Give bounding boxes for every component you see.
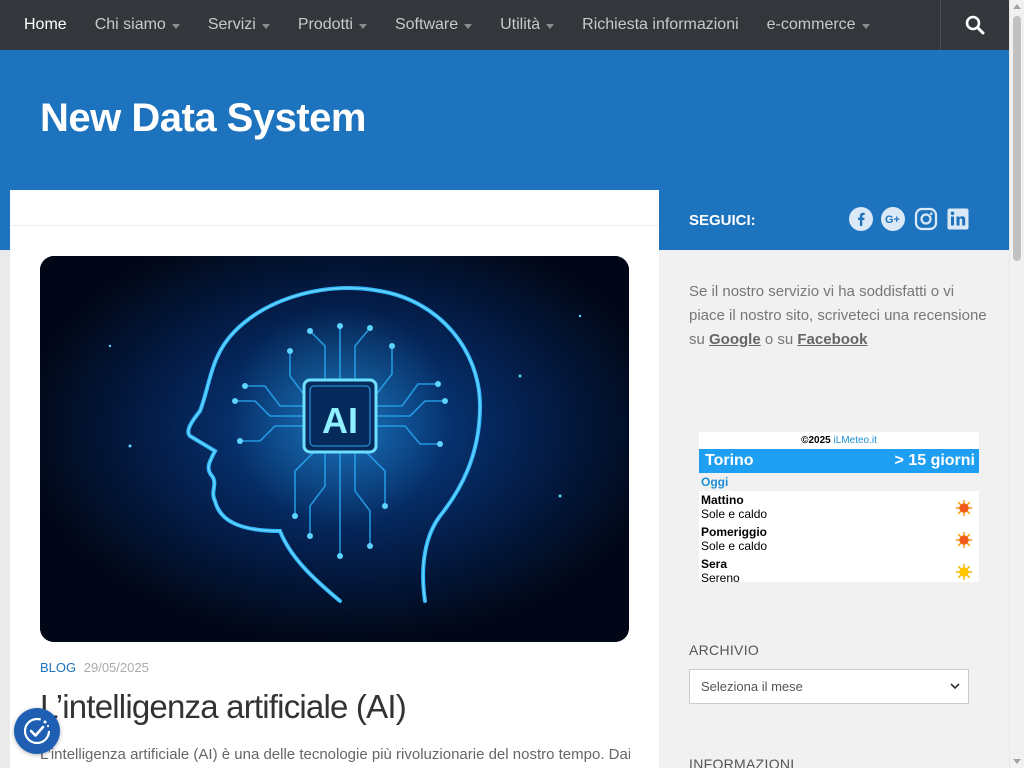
google-plus-icon[interactable]: G+ [881, 207, 905, 231]
nav-label: e-commerce [766, 16, 856, 33]
sun-icon [955, 563, 973, 581]
weather-row: Sera Sereno [699, 555, 979, 587]
chip-label: AI [322, 400, 358, 441]
nav-item-servizi[interactable]: Servizi [194, 0, 284, 50]
caret-down-icon [464, 23, 473, 29]
caret-down-icon [261, 23, 270, 29]
sidebar: SEGUICI: G+ Se il nostro servizio vi ha … [659, 190, 1009, 768]
svg-text:G+: G+ [885, 214, 900, 226]
nav-label: Servizi [207, 16, 256, 33]
caret-down-icon [358, 23, 367, 29]
review-text-connector: o su [764, 331, 794, 348]
weather-period: Mattino [701, 493, 744, 507]
facebook-review-link[interactable]: Facebook [797, 331, 867, 348]
post-title[interactable]: L’intelligenza artificiale (AI) [40, 688, 407, 726]
sun-hot-icon [955, 531, 973, 549]
ai-head-illustration: AI [40, 256, 629, 642]
info-heading: INFORMAZIONI [689, 756, 795, 768]
post-excerpt: L’intelligenza artificiale (AI) è una de… [40, 746, 630, 763]
page-scrollbar[interactable] [1009, 0, 1024, 768]
nav-label: Richiesta informazioni [582, 16, 739, 33]
weather-today-label: Oggi [699, 473, 979, 491]
nav-item-prodotti[interactable]: Prodotti [284, 0, 381, 50]
instagram-icon[interactable] [914, 207, 938, 231]
weather-condition: Sole e caldo [701, 539, 768, 553]
nav-item-e-commerce[interactable]: e-commerce [753, 0, 884, 50]
facebook-icon[interactable] [849, 207, 873, 231]
site-title[interactable]: New Data System [40, 96, 366, 141]
caret-down-icon [861, 23, 870, 29]
weather-widget[interactable]: ©2025 iLMeteo.it Torino > 15 giorni Oggi… [699, 432, 979, 585]
follow-bar: SEGUICI: G+ [659, 190, 1009, 250]
post-meta: BLOG 29/05/2025 [40, 660, 149, 675]
nav-item-software[interactable]: Software [381, 0, 486, 50]
post-featured-image[interactable]: AI [40, 256, 629, 642]
nav-label: Utilità [500, 16, 541, 33]
nav-label: Prodotti [297, 16, 353, 33]
weather-row: Mattino Sole e caldo [699, 491, 979, 523]
cookie-consent-button[interactable] [14, 708, 60, 754]
review-invitation: Se il nostro servizio vi ha soddisfatti … [689, 280, 989, 352]
scroll-thumb[interactable] [1013, 16, 1021, 261]
weather-period: Sera [701, 557, 728, 571]
top-navigation: Home Chi siamo Servizi Prodotti Software… [0, 0, 1009, 50]
content-top-bar [10, 190, 659, 226]
weather-period: Pomeriggio [701, 525, 768, 539]
weather-copyright-year: ©2025 [801, 435, 831, 446]
nav-label: Home [24, 16, 67, 33]
weather-city-bar: Torino > 15 giorni [699, 449, 979, 473]
caret-down-icon [546, 23, 555, 29]
nav-label: Software [394, 16, 459, 33]
nav-item-richiesta-informazioni[interactable]: Richiesta informazioni [568, 0, 753, 50]
archive-select-value: Seleziona il mese [701, 679, 803, 694]
weather-condition: Sereno [701, 571, 740, 585]
sun-hot-icon [955, 499, 973, 517]
linkedin-icon[interactable] [946, 207, 970, 231]
nav-item-home[interactable]: Home [0, 0, 81, 50]
post-date: 29/05/2025 [83, 660, 149, 675]
scroll-up-arrow-icon[interactable] [1013, 4, 1021, 9]
follow-label: SEGUICI: [689, 211, 756, 229]
archive-heading: ARCHIVIO [689, 642, 760, 658]
nav-item-chi-siamo[interactable]: Chi siamo [81, 0, 194, 50]
post-category-link[interactable]: BLOG [40, 660, 76, 675]
cookie-check-icon [23, 717, 51, 745]
search-button[interactable] [940, 0, 1009, 50]
search-icon [965, 15, 985, 35]
weather-copyright: ©2025 iLMeteo.it [699, 432, 979, 449]
caret-down-icon [171, 23, 180, 29]
weather-condition: Sole e caldo [701, 507, 768, 521]
main-content: AI BLOG 29/05/2025 L’intelligenza artifi… [10, 190, 659, 768]
weather-city[interactable]: Torino [705, 452, 754, 470]
chevron-down-icon [950, 683, 960, 690]
nav-label: Chi siamo [94, 16, 166, 33]
google-review-link[interactable]: Google [709, 331, 761, 348]
nav-item-utilita[interactable]: Utilità [486, 0, 568, 50]
archive-month-select[interactable]: Seleziona il mese [689, 669, 969, 704]
weather-brand-link[interactable]: iLMeteo.it [834, 435, 877, 446]
weather-row: Pomeriggio Sole e caldo [699, 523, 979, 555]
weather-forecast-link[interactable]: > 15 giorni [895, 452, 975, 470]
scroll-down-arrow-icon[interactable] [1013, 759, 1021, 764]
